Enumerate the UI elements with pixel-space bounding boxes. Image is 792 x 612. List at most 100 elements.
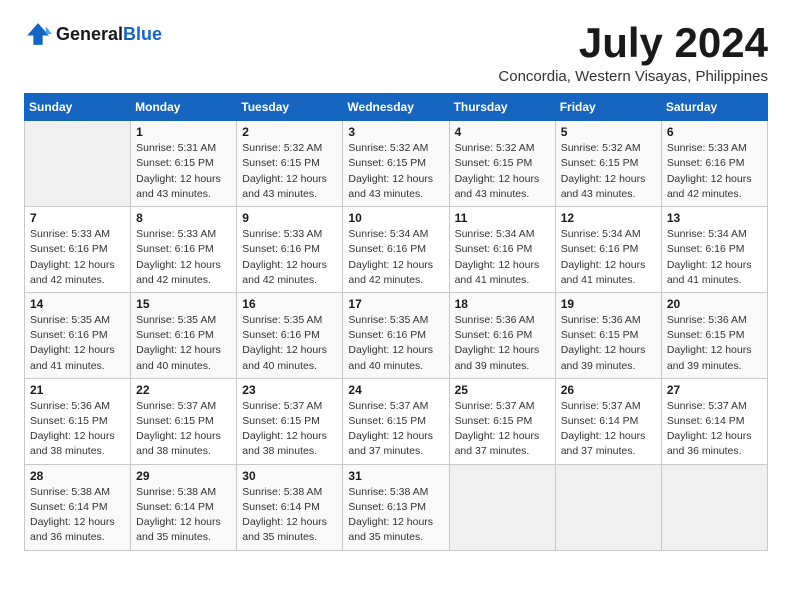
calendar-cell: 6Sunrise: 5:33 AMSunset: 6:16 PMDaylight… <box>661 121 767 207</box>
calendar-cell: 11 Sunrise: 5:34 AMSunset: 6:16 PMDayligh… <box>449 207 555 293</box>
day-number: 6 <box>667 125 762 139</box>
day-number: 9 <box>242 211 337 225</box>
col-header-monday: Monday <box>131 94 237 121</box>
calendar-cell: 17 Sunrise: 5:35 AMSunset: 6:16 PMDayligh… <box>343 292 449 378</box>
calendar-cell: 7 Sunrise: 5:33 AMSunset: 6:16 PMDaylight… <box>25 207 131 293</box>
calendar-cell: 3 Sunrise: 5:32 AMSunset: 6:15 PMDaylight… <box>343 121 449 207</box>
day-number: 7 <box>30 211 125 225</box>
calendar-cell: 13 Sunrise: 5:34 AMSunset: 6:16 PMDayligh… <box>661 207 767 293</box>
calendar-cell: 28Sunrise: 5:38 AMSunset: 6:14 PMDayligh… <box>25 464 131 550</box>
day-number: 23 <box>242 383 337 397</box>
calendar-week-row: 7 Sunrise: 5:33 AMSunset: 6:16 PMDaylight… <box>25 207 768 293</box>
day-number: 24 <box>348 383 443 397</box>
day-number: 11 <box>455 211 550 225</box>
day-info: Sunrise: 5:36 AMSunset: 6:15 PMDaylight:… <box>667 313 762 374</box>
logo-icon <box>24 20 52 48</box>
calendar-cell: 12 Sunrise: 5:34 AMSunset: 6:16 PMDayligh… <box>555 207 661 293</box>
day-info: Sunrise: 5:34 AMSunset: 6:16 PMDaylight:… <box>667 227 762 288</box>
calendar-cell: 2 Sunrise: 5:32 AMSunset: 6:15 PMDaylight… <box>237 121 343 207</box>
col-header-friday: Friday <box>555 94 661 121</box>
day-info: Sunrise: 5:35 AMSunset: 6:16 PMDaylight:… <box>242 313 337 374</box>
calendar-cell: 30 Sunrise: 5:38 AMSunset: 6:14 PMDayligh… <box>237 464 343 550</box>
calendar-cell: 19Sunrise: 5:36 AMSunset: 6:15 PMDayligh… <box>555 292 661 378</box>
calendar-week-row: 21 Sunrise: 5:36 AMSunset: 6:15 PMDayligh… <box>25 378 768 464</box>
calendar-cell <box>25 121 131 207</box>
calendar-cell: 1 Sunrise: 5:31 AMSunset: 6:15 PMDaylight… <box>131 121 237 207</box>
calendar-cell: 5Sunrise: 5:32 AMSunset: 6:15 PMDaylight… <box>555 121 661 207</box>
day-number: 10 <box>348 211 443 225</box>
day-number: 30 <box>242 469 337 483</box>
day-info: Sunrise: 5:34 AMSunset: 6:16 PMDaylight:… <box>561 227 656 288</box>
day-info: Sunrise: 5:37 AMSunset: 6:15 PMDaylight:… <box>242 399 337 460</box>
day-number: 8 <box>136 211 231 225</box>
calendar-cell: 22 Sunrise: 5:37 AMSunset: 6:15 PMDayligh… <box>131 378 237 464</box>
day-info: Sunrise: 5:36 AMSunset: 6:16 PMDaylight:… <box>455 313 550 374</box>
calendar-header-row: SundayMondayTuesdayWednesdayThursdayFrid… <box>25 94 768 121</box>
day-info: Sunrise: 5:38 AMSunset: 6:13 PMDaylight:… <box>348 485 443 546</box>
day-info: Sunrise: 5:38 AMSunset: 6:14 PMDaylight:… <box>242 485 337 546</box>
day-number: 15 <box>136 297 231 311</box>
calendar-week-row: 1 Sunrise: 5:31 AMSunset: 6:15 PMDaylight… <box>25 121 768 207</box>
day-info: Sunrise: 5:32 AMSunset: 6:15 PMDaylight:… <box>348 141 443 202</box>
calendar-cell: 20 Sunrise: 5:36 AMSunset: 6:15 PMDayligh… <box>661 292 767 378</box>
day-number: 21 <box>30 383 125 397</box>
day-info: Sunrise: 5:33 AMSunset: 6:16 PMDaylight:… <box>242 227 337 288</box>
logo-text-general: General <box>56 24 123 44</box>
day-info: Sunrise: 5:33 AMSunset: 6:16 PMDaylight:… <box>136 227 231 288</box>
day-info: Sunrise: 5:35 AMSunset: 6:16 PMDaylight:… <box>136 313 231 374</box>
calendar-table: SundayMondayTuesdayWednesdayThursdayFrid… <box>24 93 768 550</box>
col-header-wednesday: Wednesday <box>343 94 449 121</box>
col-header-thursday: Thursday <box>449 94 555 121</box>
calendar-cell: 18Sunrise: 5:36 AMSunset: 6:16 PMDayligh… <box>449 292 555 378</box>
calendar-cell: 16 Sunrise: 5:35 AMSunset: 6:16 PMDayligh… <box>237 292 343 378</box>
day-info: Sunrise: 5:37 AMSunset: 6:15 PMDaylight:… <box>136 399 231 460</box>
day-info: Sunrise: 5:33 AMSunset: 6:16 PMDaylight:… <box>30 227 125 288</box>
calendar-cell: 25Sunrise: 5:37 AMSunset: 6:15 PMDayligh… <box>449 378 555 464</box>
day-number: 3 <box>348 125 443 139</box>
col-header-tuesday: Tuesday <box>237 94 343 121</box>
calendar-cell: 9 Sunrise: 5:33 AMSunset: 6:16 PMDaylight… <box>237 207 343 293</box>
day-info: Sunrise: 5:38 AMSunset: 6:14 PMDaylight:… <box>136 485 231 546</box>
page-header: GeneralBlue July 2024 Concordia, Western… <box>24 20 768 85</box>
day-number: 13 <box>667 211 762 225</box>
day-number: 27 <box>667 383 762 397</box>
calendar-cell <box>449 464 555 550</box>
day-info: Sunrise: 5:31 AMSunset: 6:15 PMDaylight:… <box>136 141 231 202</box>
day-info: Sunrise: 5:34 AMSunset: 6:16 PMDaylight:… <box>348 227 443 288</box>
day-number: 22 <box>136 383 231 397</box>
calendar-cell: 8 Sunrise: 5:33 AMSunset: 6:16 PMDaylight… <box>131 207 237 293</box>
day-number: 14 <box>30 297 125 311</box>
calendar-cell <box>555 464 661 550</box>
calendar-week-row: 14 Sunrise: 5:35 AMSunset: 6:16 PMDayligh… <box>25 292 768 378</box>
calendar-cell: 29Sunrise: 5:38 AMSunset: 6:14 PMDayligh… <box>131 464 237 550</box>
col-header-saturday: Saturday <box>661 94 767 121</box>
day-number: 20 <box>667 297 762 311</box>
logo: GeneralBlue <box>24 20 162 48</box>
day-info: Sunrise: 5:32 AMSunset: 6:15 PMDaylight:… <box>561 141 656 202</box>
day-number: 1 <box>136 125 231 139</box>
day-number: 17 <box>348 297 443 311</box>
calendar-cell: 21 Sunrise: 5:36 AMSunset: 6:15 PMDayligh… <box>25 378 131 464</box>
day-number: 31 <box>348 469 443 483</box>
calendar-cell: 4Sunrise: 5:32 AMSunset: 6:15 PMDaylight… <box>449 121 555 207</box>
col-header-sunday: Sunday <box>25 94 131 121</box>
day-info: Sunrise: 5:35 AMSunset: 6:16 PMDaylight:… <box>348 313 443 374</box>
day-number: 16 <box>242 297 337 311</box>
month-title: July 2024 <box>498 20 768 66</box>
day-number: 25 <box>455 383 550 397</box>
location-title: Concordia, Western Visayas, Philippines <box>498 68 768 85</box>
day-info: Sunrise: 5:37 AMSunset: 6:14 PMDaylight:… <box>667 399 762 460</box>
title-block: July 2024 Concordia, Western Visayas, Ph… <box>498 20 768 85</box>
calendar-week-row: 28Sunrise: 5:38 AMSunset: 6:14 PMDayligh… <box>25 464 768 550</box>
calendar-cell: 14 Sunrise: 5:35 AMSunset: 6:16 PMDayligh… <box>25 292 131 378</box>
day-info: Sunrise: 5:36 AMSunset: 6:15 PMDaylight:… <box>30 399 125 460</box>
logo-text-blue: Blue <box>123 24 162 44</box>
day-info: Sunrise: 5:37 AMSunset: 6:15 PMDaylight:… <box>348 399 443 460</box>
day-info: Sunrise: 5:32 AMSunset: 6:15 PMDaylight:… <box>242 141 337 202</box>
day-info: Sunrise: 5:34 AMSunset: 6:16 PMDaylight:… <box>455 227 550 288</box>
day-number: 12 <box>561 211 656 225</box>
day-number: 2 <box>242 125 337 139</box>
day-info: Sunrise: 5:35 AMSunset: 6:16 PMDaylight:… <box>30 313 125 374</box>
day-number: 26 <box>561 383 656 397</box>
calendar-cell: 23 Sunrise: 5:37 AMSunset: 6:15 PMDayligh… <box>237 378 343 464</box>
